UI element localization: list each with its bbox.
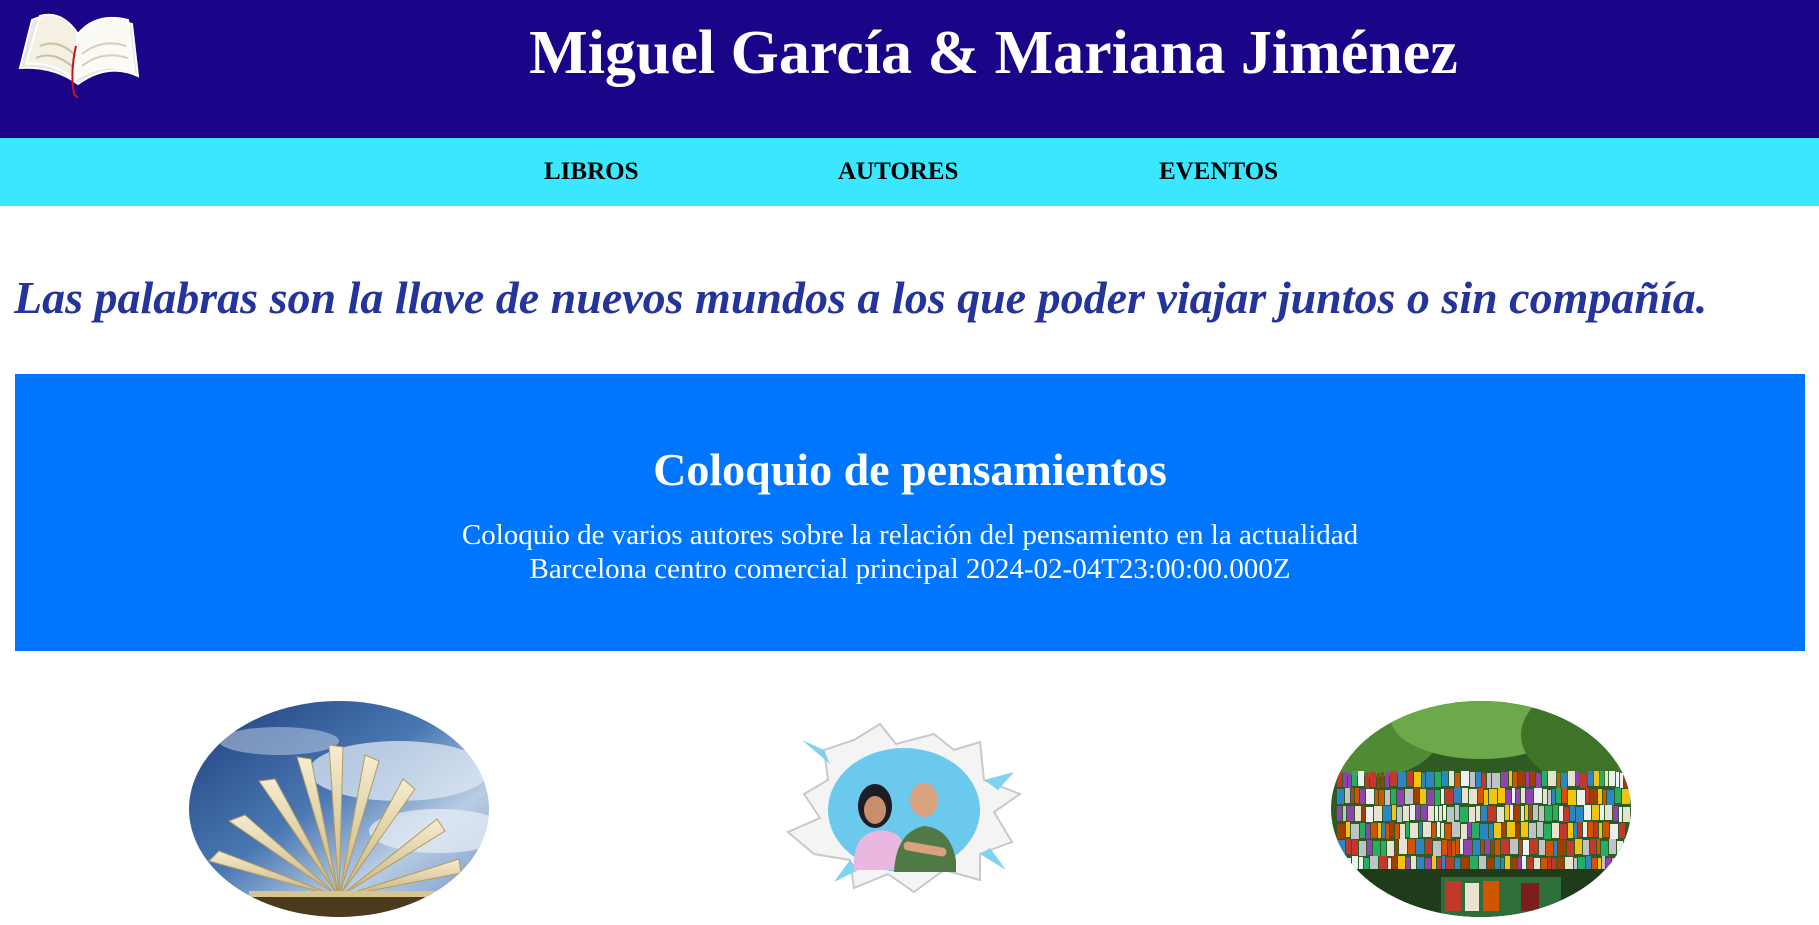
site-title: Miguel García & Mariana Jiménez [529, 19, 1458, 87]
authors-portrait-image [784, 720, 1024, 895]
event-title: Coloquio de pensamientos [653, 444, 1167, 495]
nav-link-libros[interactable]: LIBROS [544, 138, 638, 206]
main-nav: LIBROS AUTORES EVENTOS [0, 138, 1819, 206]
site-header: Miguel García & Mariana Jiménez [0, 0, 1819, 138]
book-stall-image [1331, 701, 1631, 917]
nav-link-eventos[interactable]: EVENTOS [1159, 138, 1278, 206]
event-card: Coloquio de pensamientos Coloquio de var… [15, 374, 1805, 651]
event-description: Coloquio de varios autores sobre la rela… [461, 519, 1359, 551]
nav-link-autores[interactable]: AUTORES [838, 138, 958, 206]
open-book-sky-image [189, 701, 489, 917]
event-location-date: Barcelona centro comercial principal 202… [529, 553, 1291, 585]
tagline: Las palabras son la llave de nuevos mund… [14, 272, 1708, 323]
